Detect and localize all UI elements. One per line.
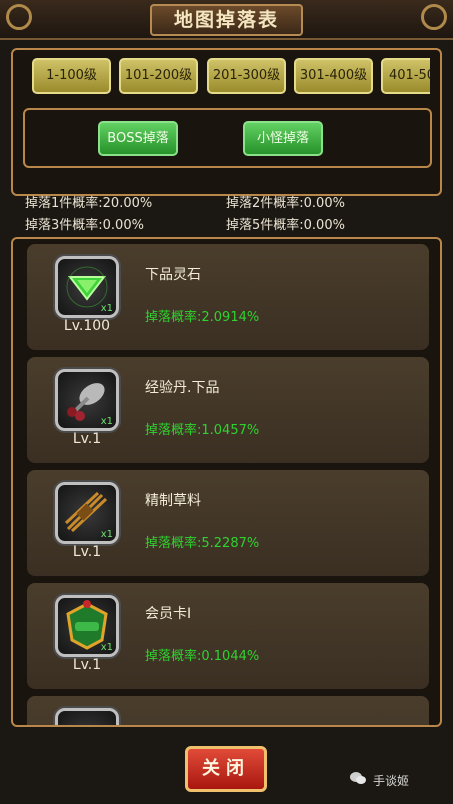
- tab-level-101-200[interactable]: 101-200级: [119, 58, 198, 94]
- drop-rate-2: 掉落2件概率:0.00%: [226, 196, 345, 211]
- tab-level-1-100[interactable]: 1-100级: [32, 58, 111, 94]
- item-name: 精制草料: [145, 493, 201, 509]
- item-name: 会员卡I: [145, 606, 192, 622]
- item-slot: x1: [55, 482, 119, 544]
- drop-list[interactable]: x1 Lv.100 下品灵石 掉落概率:2.0914% x1 Lv.1 经验丹.…: [11, 237, 442, 727]
- item-drop-rate: 掉落概率:1.0457%: [145, 423, 260, 438]
- minion-drop-button[interactable]: 小怪掉落: [243, 121, 323, 156]
- item-slot: [55, 708, 119, 725]
- item-level: Lv.1: [72, 657, 102, 673]
- corner-ornament-right: [421, 4, 447, 30]
- item-qty: x1: [100, 303, 113, 314]
- item-level: Lv.1: [72, 544, 102, 560]
- item-level: Lv.100: [63, 318, 111, 334]
- title-bar: 地图掉落表: [0, 0, 453, 40]
- list-item[interactable]: x1 Lv.100 下品灵石 掉落概率:2.0914%: [27, 244, 429, 350]
- drop-type-box: [23, 108, 432, 168]
- item-name: 经验丹.下品: [145, 380, 220, 396]
- level-tabs[interactable]: 1-100级 101-200级 201-300级 301-400级 401-50: [24, 58, 430, 98]
- item-name: 下品灵石: [145, 267, 201, 283]
- item-slot: x1: [55, 595, 119, 657]
- drop-rate-5: 掉落5件概率:0.00%: [226, 218, 345, 233]
- item-slot: x1: [55, 369, 119, 431]
- item-drop-rate: 掉落概率:5.2287%: [145, 536, 260, 551]
- list-item[interactable]: x1 Lv.1 精制草料 掉落概率:5.2287%: [27, 470, 429, 576]
- drop-rate-1: 掉落1件概率:20.00%: [25, 196, 153, 211]
- tab-level-301-400[interactable]: 301-400级: [294, 58, 373, 94]
- item-qty: x1: [100, 642, 113, 653]
- tab-level-401-500[interactable]: 401-50: [381, 58, 430, 94]
- item-level: Lv.1: [72, 431, 102, 447]
- list-item[interactable]: x1 Lv.1 经验丹.下品 掉落概率:1.0457%: [27, 357, 429, 463]
- tab-level-201-300[interactable]: 201-300级: [207, 58, 286, 94]
- wechat-icon: [350, 772, 366, 784]
- list-item[interactable]: [27, 696, 429, 725]
- item-drop-rate: 掉落概率:0.1044%: [145, 649, 260, 664]
- boss-drop-button[interactable]: BOSS掉落: [98, 121, 178, 156]
- drop-rate-3: 掉落3件概率:0.00%: [25, 218, 144, 233]
- item-qty: x1: [100, 416, 113, 427]
- watermark: 手谈姬: [373, 774, 410, 788]
- page-title: 地图掉落表: [150, 4, 303, 36]
- item-drop-rate: 掉落概率:2.0914%: [145, 310, 260, 325]
- item-qty: x1: [100, 529, 113, 540]
- close-button[interactable]: 关闭: [185, 746, 267, 792]
- list-item[interactable]: x1 Lv.1 会员卡I 掉落概率:0.1044%: [27, 583, 429, 689]
- corner-ornament-left: [6, 4, 32, 30]
- item-slot: x1: [55, 256, 119, 318]
